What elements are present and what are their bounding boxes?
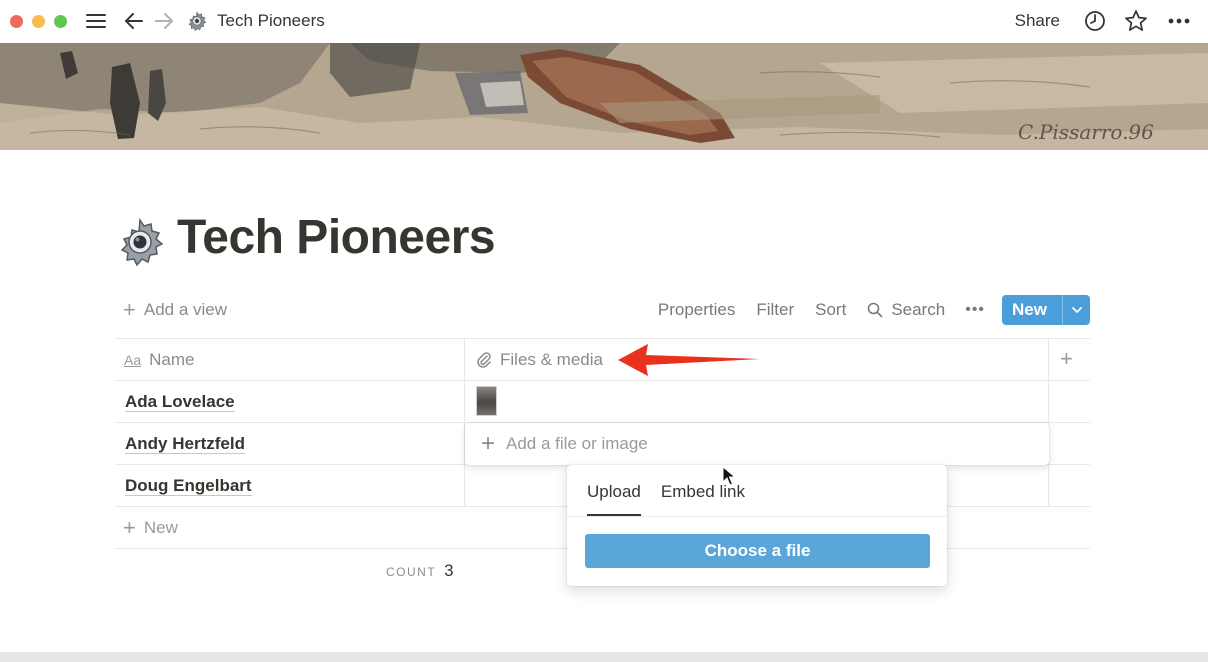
new-dropdown-chevron-down-icon[interactable] xyxy=(1062,295,1090,325)
column-divider xyxy=(464,338,465,506)
column-header-label: Name xyxy=(149,350,195,369)
plus-icon: + xyxy=(481,430,496,457)
new-button-label: New xyxy=(1012,300,1047,319)
table-row[interactable]: Ada Lovelace xyxy=(125,392,235,412)
file-thumbnail-image[interactable] xyxy=(476,386,497,416)
plus-icon: + xyxy=(123,297,136,322)
plus-icon: + xyxy=(123,515,136,540)
choose-file-button[interactable]: Choose a file xyxy=(585,534,930,568)
clock-icon[interactable] xyxy=(1084,7,1106,35)
close-window-button[interactable] xyxy=(10,14,23,28)
table-count[interactable]: COUNT 3 xyxy=(386,561,454,581)
page-title[interactable]: Tech Pioneers xyxy=(177,210,496,265)
file-upload-panel: Upload Embed link Choose a file xyxy=(567,465,947,586)
gear-icon[interactable] xyxy=(116,217,164,267)
breadcrumb-page-title[interactable]: Tech Pioneers xyxy=(217,11,325,31)
database-view-toolbar: + Add a view Properties Filter Sort Sear… xyxy=(115,294,1090,326)
more-options-icon[interactable] xyxy=(1168,7,1190,35)
annotation-arrow-icon xyxy=(618,344,760,376)
forward-arrow-icon[interactable] xyxy=(152,7,176,35)
add-file-menu[interactable]: + Add a file or image xyxy=(465,423,1049,465)
search-icon xyxy=(868,302,883,318)
star-icon[interactable] xyxy=(1124,7,1148,35)
table-row[interactable]: Doug Engelbart xyxy=(125,476,252,496)
maximize-window-button[interactable] xyxy=(54,14,67,28)
add-file-label: Add a file or image xyxy=(506,434,648,453)
view-more-button[interactable]: ••• xyxy=(965,301,985,319)
column-header-name[interactable]: Aa Name xyxy=(124,350,194,370)
text-property-icon: Aa xyxy=(124,352,142,368)
back-arrow-icon[interactable] xyxy=(122,7,146,35)
share-button[interactable]: Share xyxy=(1015,11,1060,31)
column-header-label: Files & media xyxy=(500,350,603,369)
topbar-actions: Share xyxy=(1015,7,1190,35)
search-button[interactable]: Search xyxy=(867,300,945,320)
row-name-cell[interactable]: Andy Hertzfeld xyxy=(125,434,245,454)
title-bar: Tech Pioneers Share xyxy=(0,0,1208,42)
window-bottom-edge xyxy=(0,652,1208,662)
upload-tabs: Upload Embed link xyxy=(587,465,765,517)
add-view-label: Add a view xyxy=(143,300,228,319)
gear-icon xyxy=(186,7,208,35)
tab-upload[interactable]: Upload xyxy=(587,465,641,517)
count-value: 3 xyxy=(444,561,454,580)
new-button[interactable]: New xyxy=(1002,295,1090,325)
column-header-files-media[interactable]: Files & media xyxy=(476,350,603,370)
cover-signature: C.Pissarro.96 xyxy=(1018,120,1154,144)
sidebar-toggle-icon[interactable] xyxy=(84,7,108,35)
properties-button[interactable]: Properties xyxy=(658,300,735,320)
window-controls xyxy=(10,14,67,28)
filter-button[interactable]: Filter xyxy=(756,300,794,320)
table-row[interactable]: Andy Hertzfeld xyxy=(125,434,245,454)
view-actions: Properties Filter Sort Search ••• New xyxy=(637,294,1090,326)
tabs-divider xyxy=(567,516,947,517)
row-name-cell[interactable]: Ada Lovelace xyxy=(125,392,235,412)
new-row-label: New xyxy=(143,518,178,537)
search-label: Search xyxy=(891,300,946,319)
count-label: COUNT xyxy=(386,565,437,579)
new-row-button[interactable]: + New xyxy=(123,515,178,540)
row-name-cell[interactable]: Doug Engelbart xyxy=(125,476,252,496)
mouse-cursor-icon xyxy=(722,466,736,486)
paperclip-icon xyxy=(477,352,491,368)
page-cover-image: C.Pissarro.96 xyxy=(0,43,1208,150)
column-divider xyxy=(1048,338,1049,506)
minimize-window-button[interactable] xyxy=(32,14,45,28)
sort-button[interactable]: Sort xyxy=(815,300,846,320)
add-property-plus-icon[interactable]: + xyxy=(1060,346,1073,372)
add-view-button[interactable]: + Add a view xyxy=(123,297,228,322)
table-divider xyxy=(115,338,1090,339)
table-divider xyxy=(115,380,1090,381)
notion-window: Tech Pioneers Share C.Pissarro.96 Tech P… xyxy=(0,0,1208,662)
